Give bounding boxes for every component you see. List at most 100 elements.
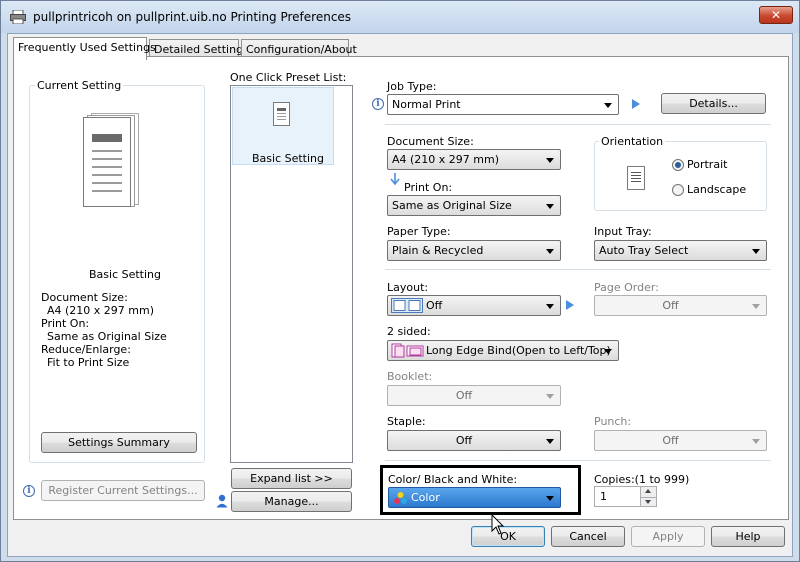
chevron-down-icon [752,304,760,309]
detail-print-on-key: Print On: [41,317,90,330]
portrait-radio[interactable] [672,159,684,171]
detail-print-on-value: Same as Original Size [47,330,167,343]
detail-document-size-key: Document Size: [41,291,128,304]
printing-preferences-window: pullprintricoh on pullprint.uib.no Print… [0,0,800,562]
help-button[interactable]: Help [711,526,785,547]
user-icon [216,494,228,508]
landscape-radio[interactable] [672,184,684,196]
input-tray-label: Input Tray: [594,225,652,238]
chevron-down-icon [604,103,612,108]
job-type-info-icon: i [372,98,384,110]
chevron-down-icon [546,394,554,399]
manage-button[interactable]: Manage... [231,491,352,512]
booklet-select[interactable]: Off [387,385,561,406]
play-arrow-icon [566,300,574,310]
job-type-label: Job Type: [387,80,437,93]
chevron-down-icon [546,304,554,309]
color-dots-icon [394,492,407,504]
punch-select[interactable]: Off [594,430,767,451]
copies-spinner[interactable]: 1 [594,486,657,507]
separator [385,269,771,270]
chevron-down-icon [752,249,760,254]
orientation-group [594,141,767,211]
booklet-value: Off [455,389,473,402]
details-button[interactable]: Details... [661,93,766,114]
ok-button[interactable]: OK [471,526,545,547]
chevron-down-icon [546,158,554,163]
preset-item-label: Basic Setting [252,152,325,165]
close-button[interactable]: ✕ [759,6,793,24]
landscape-label: Landscape [687,183,747,196]
punch-value: Off [662,434,679,447]
document-size-value: A4 (210 x 297 mm) [392,153,500,166]
info-icon: i [23,485,35,497]
duplex-icon [391,343,424,358]
punch-label: Punch: [594,415,632,428]
chevron-down-icon [604,349,612,354]
two-sided-value: Long Edge Bind(Open to Left/Top) [426,344,611,357]
preset-list-label: One Click Preset List: [230,71,347,84]
tab-frequently-used-settings[interactable]: Frequently Used Settings [13,37,156,60]
portrait-page-icon [627,166,645,190]
current-preset-name: Basic Setting [89,268,162,281]
portrait-label: Portrait [687,158,728,171]
detail-reduce-enlarge-key: Reduce/Enlarge: [41,343,131,356]
play-arrow-icon [632,99,640,109]
chevron-down-icon [546,439,554,444]
preset-item-basic-setting[interactable]: Basic Setting [232,87,334,165]
layout-pages-icon [391,298,423,313]
apply-button[interactable]: Apply [631,526,705,547]
input-tray-select[interactable]: Auto Tray Select [594,240,767,261]
page-order-select[interactable]: Off [594,295,767,316]
cancel-button[interactable]: Cancel [551,526,625,547]
mouse-cursor-icon [491,514,505,535]
paper-type-value: Plain & Recycled [392,244,484,257]
document-size-select[interactable]: A4 (210 x 297 mm) [387,149,561,170]
settings-summary-button[interactable]: Settings Summary [41,432,197,453]
page-order-value: Off [662,299,679,312]
printer-icon [10,10,26,24]
staple-label: Staple: [387,415,426,428]
input-tray-value: Auto Tray Select [599,244,689,257]
color-mode-label: Color/ Black and White: [388,473,518,486]
expand-list-button[interactable]: Expand list >> [231,468,352,489]
print-on-label: Print On: [404,181,453,194]
two-sided-label: 2 sided: [387,325,431,338]
two-sided-select[interactable]: Long Edge Bind(Open to Left/Top) [387,340,619,361]
separator [385,460,771,461]
chevron-down-icon [546,204,554,209]
page-order-label: Page Order: [594,281,659,294]
chevron-down-icon [546,249,554,254]
document-size-label: Document Size: [387,135,474,148]
layout-value: Off [426,299,443,312]
title-bar[interactable]: pullprintricoh on pullprint.uib.no Print… [1,1,799,33]
booklet-label: Booklet: [387,370,433,383]
separator [385,124,771,125]
paper-type-label: Paper Type: [387,225,451,238]
orientation-label: Orientation [599,135,666,148]
layout-select[interactable]: Off [387,295,561,316]
copies-value: 1 [600,490,607,503]
register-current-settings-button[interactable]: Register Current Settings... [41,480,205,501]
color-mode-select[interactable]: Color [388,487,561,508]
layout-label: Layout: [387,281,429,294]
chevron-up-icon [645,489,651,493]
print-on-value: Same as Original Size [392,199,512,212]
job-type-select[interactable]: Normal Print [387,94,619,115]
down-arrow-icon [390,173,400,186]
staple-select[interactable]: Off [387,430,561,451]
print-on-select[interactable]: Same as Original Size [387,195,561,216]
chevron-down-icon [752,439,760,444]
paper-type-select[interactable]: Plain & Recycled [387,240,561,261]
color-mode-value: Color [411,491,440,504]
document-icon [273,102,290,126]
copies-up-button[interactable] [640,487,656,497]
chevron-down-icon [546,496,554,501]
copies-label: Copies:(1 to 999) [594,473,690,486]
detail-document-size-value: A4 (210 x 297 mm) [47,304,155,317]
current-setting-label: Current Setting [35,79,124,92]
chevron-down-icon [645,500,651,504]
detail-reduce-enlarge-value: Fit to Print Size [47,356,130,369]
copies-down-button[interactable] [640,497,656,506]
window-title: pullprintricoh on pullprint.uib.no Print… [33,10,352,24]
